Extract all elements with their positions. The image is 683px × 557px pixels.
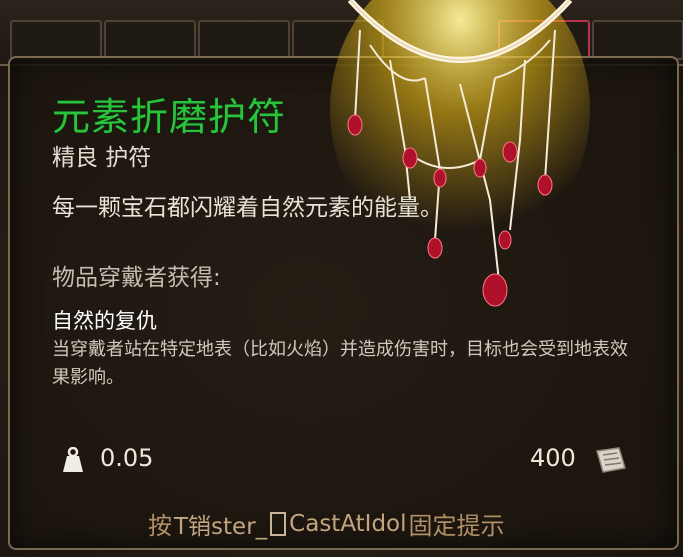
key-box-icon — [270, 511, 287, 536]
item-rarity-type: 精良 护符 — [52, 145, 152, 171]
equipment-slot[interactable] — [592, 20, 683, 60]
skill-name: 自然的复仇 — [52, 309, 157, 333]
hint-suffix: 固定提示 — [408, 512, 505, 540]
item-price: 400 — [530, 444, 576, 472]
item-description: 每一颗宝石都闪耀着自然元素的能量。 — [52, 195, 443, 221]
hint-key-text: T销ster_ — [174, 513, 268, 540]
equipment-slot[interactable] — [104, 20, 196, 60]
pin-tooltip-hint: 按 T销ster_ CastAtIdol 固定提示 — [148, 506, 505, 541]
weight-icon — [63, 447, 83, 472]
hint-prefix: 按 — [148, 512, 172, 540]
item-weight: 0.05 — [100, 444, 154, 472]
coin-icon — [596, 447, 626, 473]
wearer-gains-label: 物品穿戴者获得: — [52, 265, 221, 291]
hint-key-text-2: CastAtIdol — [289, 510, 407, 537]
amulet-necklace-icon — [330, 0, 590, 307]
skill-description: 当穿戴者站在特定地表（比如火焰）并造成伤害时，目标也会受到地表效果影响。 — [52, 339, 628, 388]
item-name: 元素折磨护符 — [52, 95, 287, 139]
equipment-slot[interactable] — [198, 20, 290, 60]
equipment-slot[interactable] — [10, 20, 102, 60]
